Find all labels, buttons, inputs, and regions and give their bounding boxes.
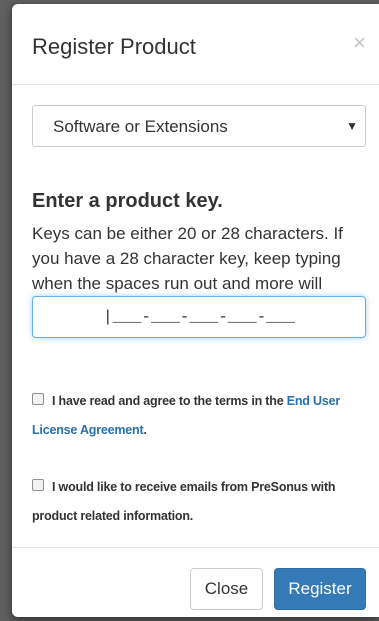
eula-agreement-period: .	[143, 423, 147, 437]
caret-down-icon: ▼	[346, 119, 358, 133]
email-optin-label: I would like to receive emails from PreS…	[32, 480, 336, 523]
register-product-dialog: Register Product × Software or Extension…	[12, 4, 379, 617]
close-button[interactable]: Close	[190, 568, 263, 610]
product-key-heading: Enter a product key.	[32, 190, 223, 212]
product-type-select[interactable]: Software or Extensions ▼	[32, 105, 366, 147]
dialog-header: Register Product ×	[12, 4, 379, 85]
product-key-input[interactable]	[32, 296, 366, 338]
eula-agreement-label: I have read and agree to the terms in th…	[32, 387, 364, 445]
close-icon[interactable]: ×	[353, 32, 366, 54]
eula-agreement-text: I have read and agree to the terms in th…	[52, 394, 287, 408]
register-button[interactable]: Register	[274, 568, 366, 610]
dialog-title: Register Product	[32, 34, 196, 59]
dialog-footer: Close Register	[12, 547, 379, 617]
product-type-selected-value: Software or Extensions	[53, 117, 228, 136]
